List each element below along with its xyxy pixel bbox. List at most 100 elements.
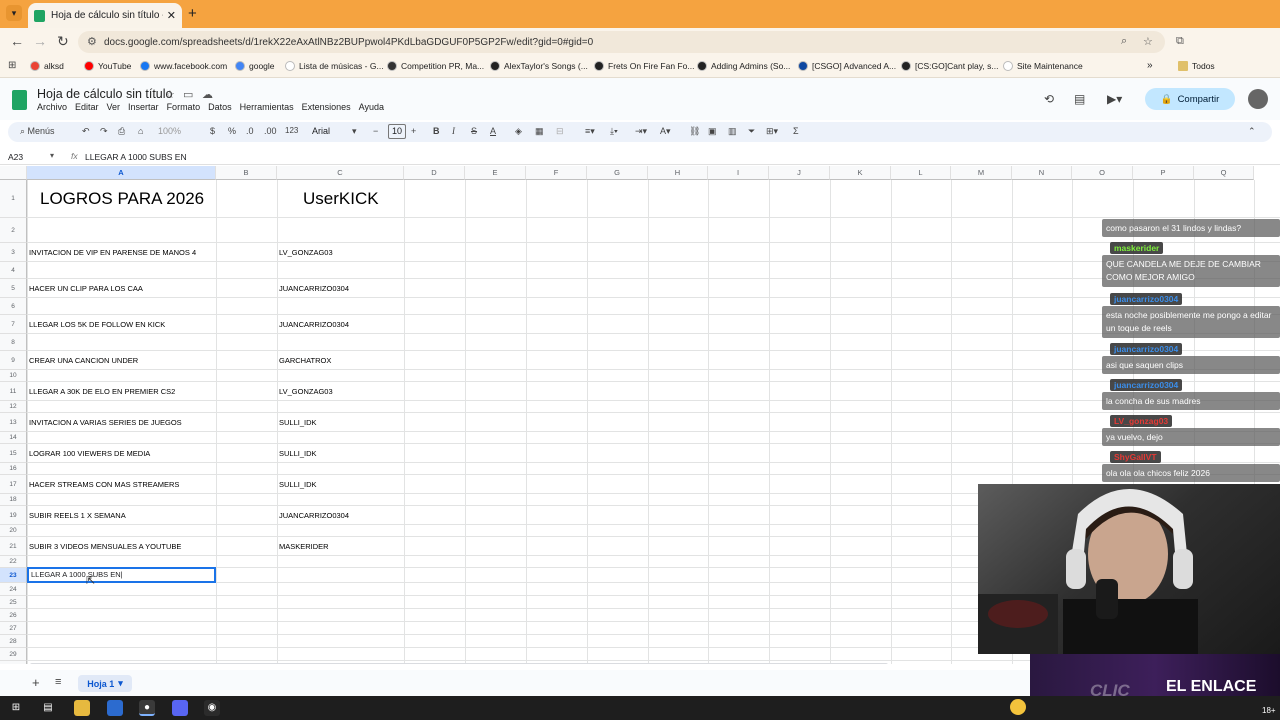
new-tab-button[interactable]: + [188,5,197,22]
cell-user[interactable]: JUANCARRIZO0304 [279,279,349,298]
row-header[interactable]: 6 [0,298,27,315]
insert-comment-icon[interactable]: ▣ [708,126,717,137]
row-header[interactable]: 20 [0,525,27,537]
redo-icon[interactable]: ↷ [100,126,108,137]
bookmark-item[interactable]: [CS:GO]Cant play, s... [901,61,998,71]
horizontal-align-icon[interactable]: ≡▾ [585,126,595,137]
cell-user[interactable]: LV_GONZAG03 [279,243,333,262]
increase-font-size-icon[interactable]: + [411,126,416,136]
column-header-g[interactable]: G [587,166,648,180]
row-header[interactable]: 26 [0,609,27,622]
column-header-e[interactable]: E [465,166,526,180]
obs-icon[interactable]: ◉ [204,700,220,716]
column-header-b[interactable]: B [216,166,277,180]
column-header-q[interactable]: Q [1194,166,1254,180]
name-box[interactable]: A23 [8,152,23,162]
column-header-p[interactable]: P [1133,166,1194,180]
column-header-l[interactable]: L [891,166,951,180]
cell-user[interactable]: MASKERIDER [279,537,329,556]
collapse-toolbar-icon[interactable]: ⌃ [1248,126,1256,137]
row-header[interactable]: 15 [0,444,27,463]
menu-item-herramientas[interactable]: Herramientas [240,102,294,112]
row-header[interactable]: 18 [0,494,27,506]
discord-icon[interactable] [172,700,188,716]
row-header[interactable]: 13 [0,413,27,432]
row-header[interactable]: 19 [0,506,27,525]
browser-tab-active[interactable]: Hoja de cálculo sin título - Hoja ✕ [28,3,182,28]
url-text[interactable]: docs.google.com/spreadsheets/d/1rekX22eA… [104,37,593,48]
row-header[interactable]: 28 [0,635,27,648]
column-header-d[interactable]: D [404,166,465,180]
column-header-o[interactable]: O [1072,166,1133,180]
row-header[interactable]: 10 [0,370,27,382]
chat-username[interactable]: ShyGallVT [1110,451,1161,463]
all-bookmarks-folder[interactable]: Todos [1178,61,1215,71]
row-header[interactable]: 25 [0,596,27,609]
row-header[interactable]: 21 [0,537,27,556]
zoom-icon[interactable]: ⌕ [1121,35,1127,48]
chat-username[interactable]: juancarrizo0304 [1110,293,1183,305]
cell-user[interactable]: SULLI_IDK [279,413,317,432]
row-header[interactable]: 11 [0,382,27,401]
bookmark-star-icon[interactable]: ☆ [1143,35,1153,48]
filter-views-icon[interactable]: ⊞▾ [766,126,778,137]
column-header-m[interactable]: M [951,166,1012,180]
row-header[interactable]: 9 [0,351,27,370]
row-header[interactable]: 29 [0,648,27,661]
cell-c1-title[interactable]: UserKICK [303,180,379,218]
cell-goal[interactable]: INVITACION A VARIAS SERIES DE JUEGOS [29,413,182,432]
cell-goal[interactable]: LOGRAR 100 VIEWERS DE MEDIA [29,444,150,463]
column-header-j[interactable]: J [769,166,830,180]
cell-goal[interactable]: SUBIR 3 VIDEOS MENSUALES A YOUTUBE [29,537,181,556]
back-arrow-icon[interactable]: ← [10,33,24,49]
move-folder-icon[interactable]: ▭ [183,88,193,101]
borders-icon[interactable]: ▦ [535,126,544,137]
select-all-corner[interactable] [0,166,27,180]
cell-goal[interactable]: HACER UN CLIP PARA LOS CAA [29,279,143,298]
row-header[interactable]: 8 [0,334,27,351]
row-header[interactable]: 4 [0,262,27,279]
star-icon[interactable]: ☆ [165,88,175,101]
row-header[interactable]: 23 [0,568,27,583]
chat-username[interactable]: LV_gonzag03 [1110,415,1173,427]
percent-format-button[interactable]: % [228,126,236,136]
comments-icon[interactable]: ▤ [1074,92,1085,106]
menu-item-archivo[interactable]: Archivo [37,102,67,112]
menu-item-formato[interactable]: Formato [167,102,201,112]
number-format-button[interactable]: 123 [285,126,298,135]
currency-format-button[interactable]: $ [210,126,215,136]
site-info-icon[interactable]: ⚙ [87,35,97,48]
menu-item-ver[interactable]: Ver [107,102,121,112]
bold-icon[interactable]: B [433,126,440,136]
bookmark-item[interactable]: Competition PR, Ma... [387,61,484,71]
document-title[interactable]: Hoja de cálculo sin título [37,87,173,101]
column-header-f[interactable]: F [526,166,587,180]
share-button[interactable]: 🔒 Compartir [1145,88,1235,110]
insert-link-icon[interactable]: ⛓ [689,126,700,137]
row-header[interactable]: 3 [0,243,27,262]
bookmark-item[interactable]: www.facebook.com [140,61,227,71]
apps-grid-icon[interactable]: ⊞ [8,60,16,71]
menus-search-button[interactable]: ⌕ Menús [20,126,55,137]
windows-start-icon[interactable]: ⊞ [8,700,24,716]
cell-goal[interactable]: LLEGAR LOS 5K DE FOLLOW EN KICK [29,315,165,334]
row-header[interactable]: 14 [0,432,27,444]
column-header-k[interactable]: K [830,166,891,180]
chat-username[interactable]: maskerider [1110,242,1164,254]
menu-item-extensiones[interactable]: Extensiones [302,102,351,112]
text-color-icon[interactable]: A [490,126,496,136]
avatar[interactable] [1248,89,1268,109]
zoom-select[interactable]: 100% [158,126,181,136]
font-select[interactable]: Arial [312,126,330,136]
cell-goal[interactable]: HACER STREAMS CON MAS STREAMERS [29,475,179,494]
active-cell-editor[interactable]: LLEGAR A 1000 SUBS EN| [27,567,216,583]
notepad-icon[interactable] [107,700,123,716]
menu-item-editar[interactable]: Editar [75,102,99,112]
bookmark-item[interactable]: Frets On Fire Fan Fo... [594,61,694,71]
row-header[interactable]: 1 [0,180,27,218]
all-sheets-icon[interactable]: ≡ [55,676,61,688]
sheet-tab-hoja-1[interactable]: Hoja 1 ▾ [78,675,132,692]
row-header[interactable]: 2 [0,218,27,243]
chrome-icon[interactable]: ● [139,700,155,716]
cell-goal[interactable]: LLEGAR A 30K DE ELO EN PREMIER CS2 [29,382,175,401]
